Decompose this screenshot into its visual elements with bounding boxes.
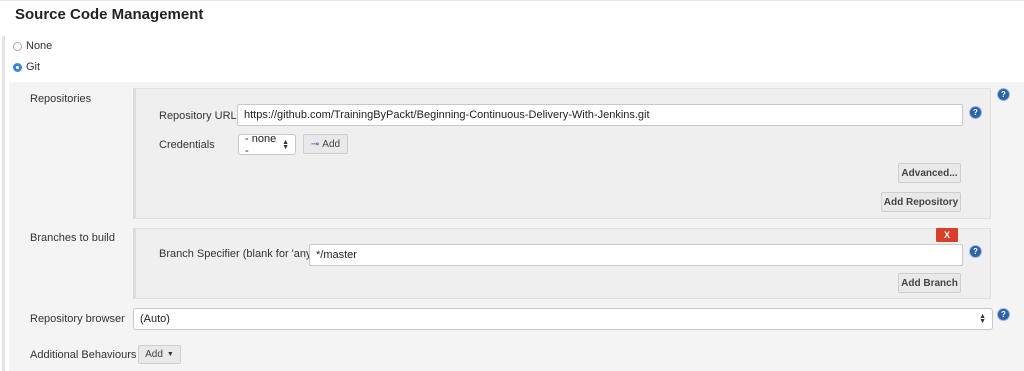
delete-branch-button[interactable]: X [936,228,958,242]
additional-behaviours-add-label: Add [145,349,163,360]
add-repository-button[interactable]: Add Repository [881,192,961,212]
section-left-rule [2,36,5,371]
scm-option-none-label: None [26,40,53,52]
credentials-select-value: - none - [245,132,277,157]
key-icon: ⊸ [310,138,320,150]
branches-label: Branches to build [30,232,115,244]
credentials-select[interactable]: - none - ▲ ▼ [238,132,296,157]
select-arrows-icon: ▲ ▼ [282,138,289,151]
scm-option-none[interactable]: None [13,40,52,52]
repository-browser-label: Repository browser [30,313,125,325]
top-divider [0,0,1024,1]
credentials-add-button[interactable]: ⊸ Add [303,134,348,154]
repository-url-label: Repository URL [159,110,237,122]
repository-url-input[interactable]: https://github.com/TrainingByPackt/Begin… [237,104,963,126]
repository-browser-select[interactable]: (Auto) ▲ ▼ [133,308,993,330]
repositories-label: Repositories [30,93,92,105]
branch-specifier-label: Branch Specifier (blank for 'any') [159,248,318,260]
credentials-label: Credentials [159,139,215,151]
help-icon[interactable]: ? [998,309,1009,320]
caret-down-icon: ▼ [166,351,174,358]
advanced-button[interactable]: Advanced... [898,163,961,183]
help-icon[interactable]: ? [970,246,981,257]
additional-behaviours-add-button[interactable]: Add ▼ [138,345,181,364]
radio-checked-icon[interactable] [13,62,22,72]
additional-behaviours-label: Additional Behaviours [30,349,137,361]
scm-option-git[interactable]: Git [13,61,40,73]
scm-option-git-label: Git [26,61,41,73]
repository-browser-value: (Auto) [140,313,170,325]
radio-icon[interactable] [13,41,22,51]
section-title: Source Code Management [15,6,204,23]
credentials-add-label: Add [322,138,341,150]
select-arrows-icon: ▲ ▼ [979,313,986,325]
help-icon[interactable]: ? [998,89,1009,100]
add-branch-button[interactable]: Add Branch [898,273,961,293]
branch-specifier-input[interactable]: */master [309,244,963,266]
help-icon[interactable]: ? [970,107,981,118]
